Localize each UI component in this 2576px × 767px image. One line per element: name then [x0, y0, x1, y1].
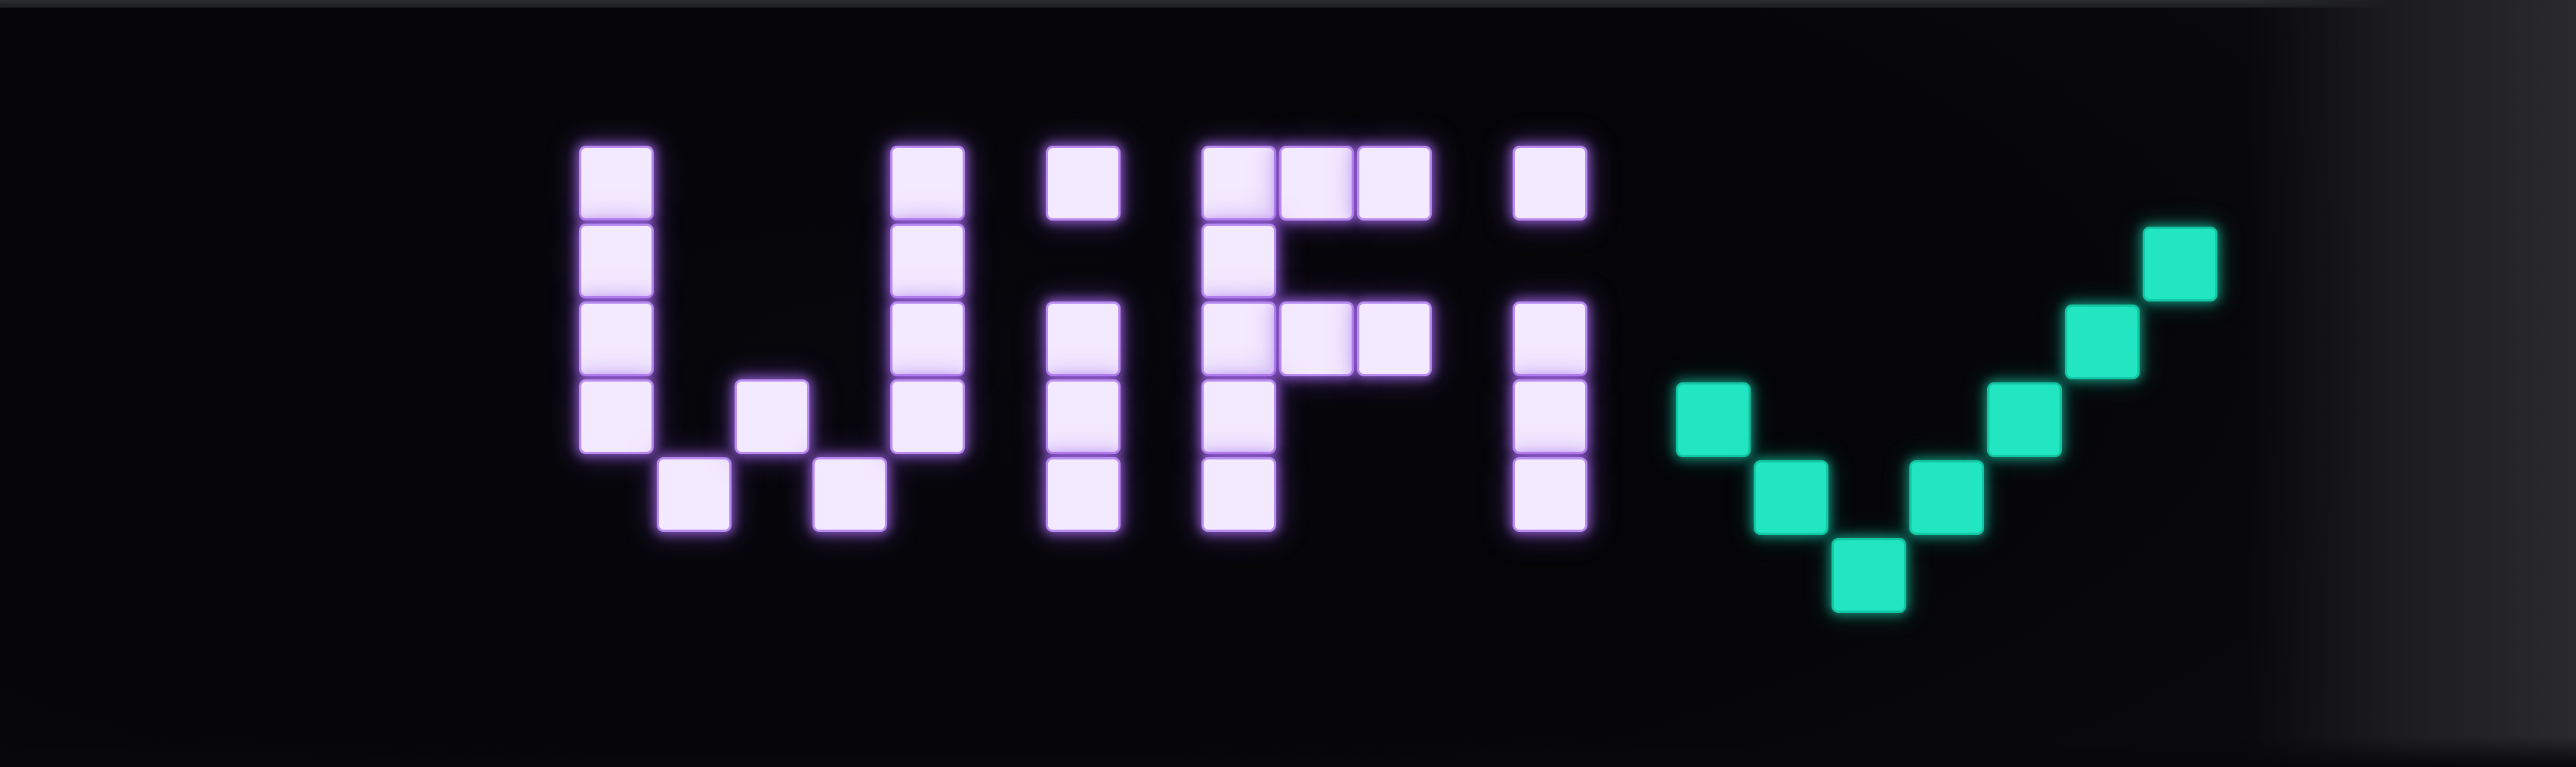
letter-i2-pixel: [1515, 148, 1585, 218]
letter-f-pixel: [1204, 148, 1274, 218]
letter-w-pixel: [892, 304, 963, 374]
letter-i1-pixel: [1048, 304, 1118, 374]
check-mark-pixel: [1834, 540, 1904, 611]
letter-w-pixel: [581, 304, 651, 374]
letter-i2-pixel: [1515, 304, 1585, 374]
letter-f-pixel: [1359, 148, 1430, 218]
wifi-label-text: WiFi: [0, 0, 1, 1]
letter-f-pixel: [1204, 382, 1274, 452]
letter-i2-pixel: [1515, 382, 1585, 452]
letter-w-pixel: [581, 226, 651, 296]
letter-f-pixel: [1204, 226, 1274, 296]
letter-f-pixel: [1282, 304, 1352, 374]
letter-i2-pixel: [1515, 459, 1585, 530]
letter-i1-pixel: [1048, 148, 1118, 218]
letter-f-pixel: [1282, 148, 1352, 218]
check-mark-pixel: [1989, 385, 2060, 455]
check-mark-pixel: [2067, 307, 2137, 377]
photo-frame: WiFi: [0, 0, 2576, 767]
letter-w-pixel: [659, 459, 729, 530]
letter-w-pixel: [892, 382, 963, 452]
check-mark-pixel: [1912, 462, 1982, 533]
led-matrix-display: WiFi: [0, 0, 2576, 767]
check-mark-pixel: [1678, 385, 1748, 455]
letter-f-pixel: [1359, 304, 1430, 374]
letter-w-pixel: [581, 148, 651, 218]
check-mark-pixel: [2145, 229, 2215, 299]
letter-i1-pixel: [1048, 459, 1118, 530]
letter-f-pixel: [1204, 304, 1274, 374]
check-mark-pixel: [1756, 462, 1826, 533]
letter-i1-pixel: [1048, 382, 1118, 452]
letter-f-pixel: [1204, 459, 1274, 530]
letter-w-pixel: [892, 226, 963, 296]
letter-w-pixel: [815, 459, 885, 530]
letter-w-pixel: [737, 382, 807, 452]
letter-w-pixel: [581, 382, 651, 452]
letter-w-pixel: [892, 148, 963, 218]
